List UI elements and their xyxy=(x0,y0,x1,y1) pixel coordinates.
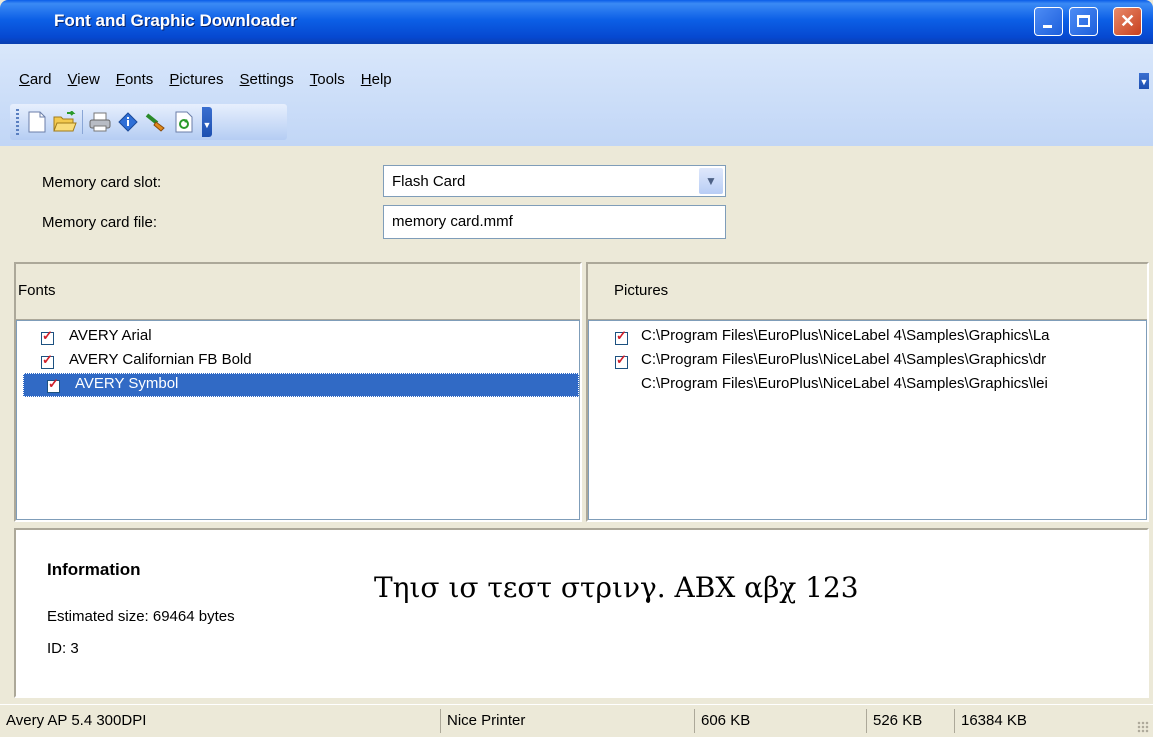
menu-label-rest: onts xyxy=(124,71,154,88)
picture-list-item[interactable]: C:\Program Files\EuroPlus\NiceLabel 4\Sa… xyxy=(589,349,1146,373)
maximize-button[interactable] xyxy=(1069,7,1098,36)
pictures-header-label: Pictures xyxy=(614,282,669,299)
maximize-icon xyxy=(1077,15,1090,27)
menu-bar: Card View Fonts Pictures Settings Tools Help xyxy=(14,71,403,88)
toolbar: ▼ xyxy=(10,104,287,140)
status-memory-3-text: 16384 KB xyxy=(961,712,1027,729)
picture-list-item[interactable]: C:\Program Files\EuroPlus\NiceLabel 4\Sa… xyxy=(589,373,1146,397)
print-icon[interactable] xyxy=(88,109,112,135)
font-list-item[interactable]: AVERY Arial xyxy=(17,325,579,349)
pictures-list[interactable]: C:\Program Files\EuroPlus\NiceLabel 4\Sa… xyxy=(588,320,1147,520)
menu-accelerator: F xyxy=(115,71,125,88)
status-memory-3: 16384 KB xyxy=(954,709,1153,733)
resize-grip-icon[interactable] xyxy=(1137,721,1149,733)
window-title: Font and Graphic Downloader xyxy=(54,11,297,30)
status-printer-model: Avery AP 5.4 300DPI xyxy=(0,709,440,733)
checkbox-checked-icon[interactable] xyxy=(41,328,54,345)
checkbox-checked-icon[interactable] xyxy=(615,352,628,369)
menu-tools[interactable]: Tools xyxy=(305,71,356,88)
checkbox-checked-icon[interactable] xyxy=(41,352,54,369)
info-icon[interactable] xyxy=(116,109,140,135)
menu-accelerator: H xyxy=(360,71,372,88)
close-icon: ✕ xyxy=(1119,11,1136,31)
menu-help[interactable]: Help xyxy=(356,71,403,88)
menu-pictures[interactable]: Pictures xyxy=(164,71,234,88)
chevron-down-icon[interactable]: ▼ xyxy=(699,168,723,194)
refresh-icon[interactable] xyxy=(172,109,196,135)
memory-card-slot-value: Flash Card xyxy=(392,173,466,190)
memory-card-slot-label: Memory card slot: xyxy=(42,174,162,191)
picture-list-item-label: C:\Program Files\EuroPlus\NiceLabel 4\Sa… xyxy=(641,327,1050,344)
status-memory-2: 526 KB xyxy=(866,709,954,733)
checkbox-checked-icon[interactable] xyxy=(47,376,60,393)
font-list-item-label: AVERY Arial xyxy=(69,327,152,344)
picture-list-item-label: C:\Program Files\EuroPlus\NiceLabel 4\Sa… xyxy=(641,351,1047,368)
status-printer-model-text: Avery AP 5.4 300DPI xyxy=(6,712,147,729)
picture-list-item-label: C:\Program Files\EuroPlus\NiceLabel 4\Sa… xyxy=(641,375,1048,392)
toolbar-overflow-chevron-icon[interactable]: ▼ xyxy=(202,107,212,137)
memory-card-file-label: Memory card file: xyxy=(42,214,158,231)
fonts-header: Fonts xyxy=(16,264,580,320)
close-button[interactable]: ✕ xyxy=(1113,7,1142,36)
menu-label-rest: iew xyxy=(77,71,100,88)
memory-card-slot-select[interactable]: Flash Card ▼ xyxy=(383,165,726,197)
memory-card-file-value: memory card.mmf xyxy=(392,213,513,230)
estimated-size: Estimated size: 69464 bytes xyxy=(47,608,235,625)
status-memory-1: 606 KB xyxy=(694,709,866,733)
menu-accelerator: S xyxy=(239,71,250,88)
status-bar: Avery AP 5.4 300DPI Nice Printer 606 KB … xyxy=(0,704,1153,737)
title-bar[interactable]: Font and Graphic Downloader ✕ xyxy=(0,0,1153,44)
menu-label-rest: elp xyxy=(371,71,392,88)
checkbox-checked-icon[interactable] xyxy=(615,328,628,345)
fonts-list[interactable]: AVERY Arial AVERY Californian FB Bold AVER… xyxy=(16,320,580,520)
font-list-item[interactable]: AVERY Californian FB Bold xyxy=(17,349,579,373)
font-list-item-label: AVERY Symbol xyxy=(75,375,179,392)
new-document-icon[interactable] xyxy=(25,109,49,135)
memory-card-file-field[interactable]: memory card.mmf xyxy=(383,205,726,239)
font-id: ID: 3 xyxy=(47,640,79,657)
status-printer-name-text: Nice Printer xyxy=(447,712,526,729)
pictures-header: Pictures xyxy=(588,264,1147,320)
open-folder-icon[interactable] xyxy=(53,109,77,135)
menu-label-rest: ictures xyxy=(179,71,224,88)
minimize-button[interactable] xyxy=(1034,7,1063,36)
menu-view[interactable]: View xyxy=(63,71,111,88)
menu-overflow-chevron-icon[interactable]: ▼ xyxy=(1139,73,1149,89)
menu-accelerator: P xyxy=(169,71,180,88)
brush-icon[interactable] xyxy=(144,109,168,135)
font-preview-text: Τηισ ισ τεστ στρινγ. ΑΒΧ αβχ 123 xyxy=(374,571,859,604)
fonts-panel: Fonts AVERY Arial AVERY Californian FB Bo… xyxy=(14,262,582,522)
pictures-panel: Pictures C:\Program Files\EuroPlus\NiceL… xyxy=(586,262,1149,522)
status-printer-name: Nice Printer xyxy=(440,709,694,733)
menu-label-rest: ools xyxy=(317,71,345,88)
fonts-header-label: Fonts xyxy=(18,282,56,299)
information-panel: Information Estimated size: 69464 bytes … xyxy=(14,528,1149,698)
information-heading: Information xyxy=(47,560,141,579)
menu-card[interactable]: Card xyxy=(14,71,63,88)
memory-card-form: Memory card slot: Flash Card ▼ Memory ca… xyxy=(0,146,1153,258)
toolbar-separator xyxy=(82,110,83,134)
minimize-icon xyxy=(1043,25,1052,28)
font-list-item-label: AVERY Californian FB Bold xyxy=(69,351,252,368)
status-memory-1-text: 606 KB xyxy=(701,712,751,729)
menu-accelerator: V xyxy=(67,71,78,88)
menu-label-rest: ettings xyxy=(249,71,294,88)
status-memory-2-text: 526 KB xyxy=(873,712,923,729)
toolbar-grip-icon[interactable] xyxy=(16,109,19,135)
command-band: Card View Fonts Pictures Settings Tools Help ▼… xyxy=(0,44,1153,146)
menu-label-rest: ard xyxy=(29,71,52,88)
picture-list-item[interactable]: C:\Program Files\EuroPlus\NiceLabel 4\Sa… xyxy=(589,325,1146,349)
menu-fonts[interactable]: Fonts xyxy=(111,71,165,88)
menu-settings[interactable]: Settings xyxy=(235,71,305,88)
font-list-item[interactable]: AVERY Symbol xyxy=(23,373,579,397)
menu-accelerator: C xyxy=(19,71,30,88)
